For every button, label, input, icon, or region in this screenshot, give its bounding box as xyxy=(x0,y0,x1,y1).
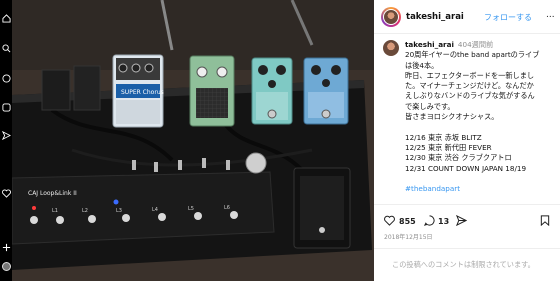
heart-icon[interactable] xyxy=(2,189,11,198)
caption-username[interactable]: takeshi_arai xyxy=(405,40,454,49)
post-header: takeshi_arai フォローする ... xyxy=(374,0,560,34)
create-icon[interactable] xyxy=(2,243,11,252)
caption-line: 12/25 東京 新代田 FEVER xyxy=(405,142,492,152)
caption-line: 昨日、エフェクターボードを一新しまし xyxy=(405,70,535,80)
save-icon[interactable] xyxy=(540,215,550,229)
caption-line: は後4本。 xyxy=(405,60,439,70)
caption-line: で楽しみです。 xyxy=(405,101,455,111)
post-age: 404週間前 xyxy=(457,40,494,49)
caption-line: 20周年イヤーのthe band apartのライブ xyxy=(405,50,540,60)
caption-line: えしぶりなバンドのライブな気がするん xyxy=(405,91,535,101)
profile-avatar[interactable] xyxy=(2,262,11,271)
switcher-number: L3 xyxy=(116,208,122,214)
pedal-chorus: SUPER Chorus xyxy=(112,54,164,128)
comment-count: 13 xyxy=(438,217,450,226)
pedalboard-image: SUPER Chorus CAJ Loop&Link II L1 L2 L3 L… xyxy=(12,0,374,281)
pedal-green xyxy=(189,55,235,127)
hashtag-link[interactable]: #thebandapart xyxy=(405,184,557,194)
post-panel: takeshi_arai フォローする ... takeshi_arai 404週… xyxy=(374,0,560,281)
loop-switcher: CAJ Loop&Link II L1 L2 L3 L4 L5 L6 xyxy=(12,171,275,245)
caption-line: 12/16 東京 赤坂 BLITZ xyxy=(405,132,482,142)
switcher-number: L5 xyxy=(188,206,194,212)
author-avatar[interactable] xyxy=(383,9,399,25)
caption-line xyxy=(405,174,557,184)
caption-line xyxy=(405,122,557,132)
comment-area: この投稿へのコメントは制限されています。 xyxy=(374,248,560,281)
pedal-blue xyxy=(303,57,349,125)
pedal-teal xyxy=(251,57,293,125)
messages-icon[interactable] xyxy=(1,130,12,141)
like-count: 855 xyxy=(399,217,416,226)
volume-pedal xyxy=(293,167,351,249)
comments-restricted-notice: この投稿へのコメントは制限されています。 xyxy=(392,260,535,269)
caption-line: た。マイナーチェンジだけど。なんだか xyxy=(405,81,534,91)
reels-icon[interactable] xyxy=(2,103,11,112)
share-icon[interactable] xyxy=(455,214,468,229)
post-date: 2018年12月15日 xyxy=(384,234,433,241)
left-nav xyxy=(0,0,12,281)
post-actions: 855 13 xyxy=(374,204,560,234)
comment-icon[interactable] xyxy=(423,215,435,229)
switcher-number: L6 xyxy=(224,205,230,211)
switcher-label: CAJ Loop&Link II xyxy=(28,190,77,197)
post-caption: takeshi_arai 404週間前 20周年イヤーのthe band apar… xyxy=(405,40,557,194)
caption-avatar[interactable] xyxy=(383,40,399,56)
switcher-number: L1 xyxy=(52,208,58,214)
switcher-number: L2 xyxy=(82,208,88,214)
author-username[interactable]: takeshi_arai xyxy=(406,12,464,22)
caption-line: 12/31 COUNT DOWN JAPAN 18/19 xyxy=(405,163,527,173)
explore-icon[interactable] xyxy=(2,74,11,83)
more-icon[interactable]: ... xyxy=(546,10,555,20)
caption-line: 12/30 東京 渋谷 クラブクアトロ xyxy=(405,153,512,163)
like-icon[interactable] xyxy=(384,215,395,229)
switcher-number: L4 xyxy=(152,207,158,213)
follow-button[interactable]: フォローする xyxy=(484,12,532,23)
search-icon[interactable] xyxy=(2,44,11,53)
caption-line: 皆さまヨロシクオナシャス。 xyxy=(405,112,499,122)
home-icon[interactable] xyxy=(2,14,11,23)
pedal-label: SUPER Chorus xyxy=(121,89,164,96)
post-photo: SUPER Chorus CAJ Loop&Link II L1 L2 L3 L… xyxy=(12,0,374,281)
